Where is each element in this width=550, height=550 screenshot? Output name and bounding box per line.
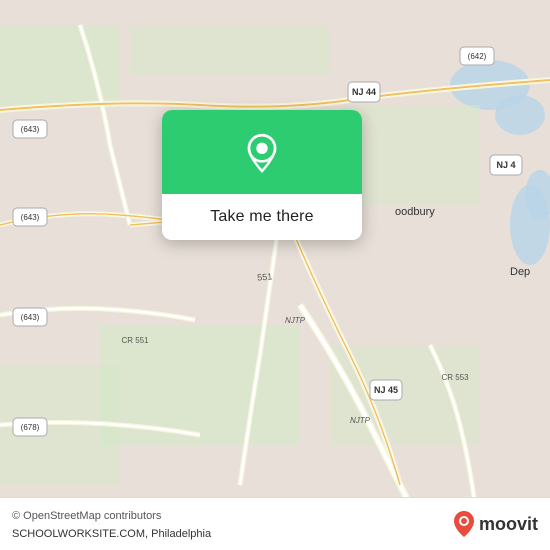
svg-text:NJTP: NJTP (285, 316, 306, 325)
bottom-bar: © OpenStreetMap contributors SCHOOLWORKS… (0, 497, 550, 550)
moovit-pin-icon (453, 510, 475, 538)
moovit-logo: moovit (453, 510, 538, 538)
popup-card: Take me there (162, 110, 362, 240)
attribution-area: © OpenStreetMap contributors SCHOOLWORKS… (12, 506, 211, 542)
svg-text:oodbury: oodbury (395, 206, 435, 218)
svg-text:(642): (642) (468, 52, 487, 61)
svg-text:Dep: Dep (510, 266, 530, 278)
svg-text:(643): (643) (21, 313, 40, 322)
svg-text:NJTP: NJTP (350, 416, 371, 425)
svg-text:(643): (643) (21, 213, 40, 222)
map-container: NJ 44 NJ 45 (643) (643) (643) (642) (678… (0, 0, 550, 550)
svg-text:551: 551 (257, 271, 273, 282)
map-background: NJ 44 NJ 45 (643) (643) (643) (642) (678… (0, 0, 550, 550)
osm-attribution: © OpenStreetMap contributors (12, 510, 161, 522)
svg-text:NJ 44: NJ 44 (352, 87, 376, 97)
copyright-text: © OpenStreetMap contributors (12, 510, 161, 522)
svg-text:NJ 4: NJ 4 (496, 160, 515, 170)
svg-text:(643): (643) (21, 125, 40, 134)
location-label: SCHOOLWORKSITE.COM, Philadelphia (12, 528, 211, 540)
popup-icon-area (162, 110, 362, 194)
take-me-there-button[interactable]: Take me there (162, 194, 362, 240)
svg-text:NJ 45: NJ 45 (374, 385, 398, 395)
moovit-brand-text: moovit (479, 514, 538, 535)
svg-text:CR 553: CR 553 (441, 373, 469, 382)
location-pin-icon (240, 132, 284, 176)
svg-text:CR 551: CR 551 (121, 336, 149, 345)
svg-text:(678): (678) (21, 423, 40, 432)
